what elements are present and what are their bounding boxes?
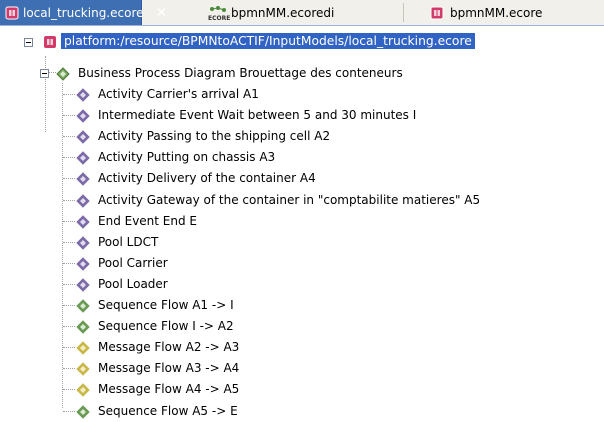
diamond-purple-icon: [76, 235, 90, 250]
diamond-purple-icon: [76, 88, 90, 102]
tree-node-label: Activity Carrier's arrival A1: [98, 87, 259, 101]
tab-bpmnmm-ecoredi[interactable]: ECORE bpmnMM.ecoredi: [208, 0, 408, 25]
tree-node-label: Activity Putting on chassis A3: [98, 150, 276, 165]
tree-guide-line: [63, 389, 75, 391]
svg-text:ECORE: ECORE: [208, 15, 230, 21]
tab-label: local_trucking.ecore: [23, 5, 144, 20]
diamond-purple-icon: [76, 214, 90, 229]
tree-guide-line: [63, 136, 75, 138]
tree-guide-line: [63, 157, 75, 159]
diamond-purple-icon: [76, 151, 90, 166]
tree-node-label: Activity Delivery of the container A4: [98, 171, 316, 186]
tree-node-label: Message Flow A3 -> A4: [98, 361, 240, 376]
tree-node-label: Activity Passing to the shipping cell A2: [98, 129, 331, 144]
tree-guide-line: [62, 83, 63, 408]
tab-local-trucking-ecore[interactable]: local_trucking.ecore ✕: [0, 0, 167, 25]
tree-node-label: Intermediate Event Wait between 5 and 30…: [98, 108, 417, 123]
tree-node-label: Sequence Flow A5 -> E: [98, 403, 238, 418]
diamond-icon: [56, 67, 70, 81]
tab-separator: [403, 3, 404, 22]
tree-node-label: Pool LDCT: [98, 234, 159, 249]
tree-guide-line: [63, 410, 75, 412]
tree-guide-line: [63, 262, 75, 264]
ecore-package-icon: [43, 35, 57, 49]
editor-tab-bar: local_trucking.ecore ✕ ECORE bpmnMM.ecor…: [0, 0, 604, 26]
tree-guide-line: [63, 220, 75, 222]
tree-guide-line: [63, 305, 75, 306]
diamond-purple-icon: [76, 257, 90, 271]
diamond-green-icon: [76, 404, 90, 419]
ecore-package-icon: [430, 6, 444, 20]
tree-node-label: Business Process Diagram Brouettage des …: [78, 66, 403, 80]
tree-guide-line: [63, 178, 75, 180]
tree-node-label: platform:/resource/BPMNtoACTIF/InputMode…: [61, 33, 475, 49]
tree-node-label: Activity Gateway of the container in "co…: [98, 192, 481, 207]
tree-node-label: Message Flow A4 -> A5: [98, 382, 240, 397]
tree-guide-line: [49, 72, 56, 73]
tree-guide-line: [63, 347, 75, 349]
diamond-purple-icon: [76, 130, 90, 144]
diamond-purple-icon: [76, 172, 90, 187]
tree-guide-line: [63, 283, 75, 285]
tree-guide-line: [63, 241, 75, 243]
diamond-yellow-icon: [76, 341, 90, 355]
close-icon[interactable]: ✕: [156, 6, 168, 20]
tree-node-label: Pool Loader: [98, 276, 168, 291]
collapse-toggle[interactable]: [40, 69, 49, 78]
tree-guide-line: [63, 326, 75, 328]
ecore-package-icon: [5, 6, 19, 20]
diamond-purple-icon: [76, 278, 90, 292]
tree-node-label: Message Flow A2 -> A3: [98, 340, 240, 355]
tab-label: bpmnMM.ecoredi: [231, 5, 335, 20]
collapse-toggle[interactable]: [24, 38, 33, 47]
diamond-green-icon: [76, 320, 90, 334]
diamond-green-icon: [76, 299, 90, 313]
tree-node-label: Pool Carrier: [98, 255, 168, 270]
tree-guide-line: [63, 199, 75, 201]
tree-node-label: Sequence Flow I -> A2: [98, 319, 234, 334]
diamond-purple-icon: [76, 109, 90, 123]
tree-guide-line: [45, 56, 46, 132]
tab-label: bpmnMM.ecore: [450, 5, 543, 20]
ecore-model-tree: platform:/resource/BPMNtoACTIF/InputMode…: [0, 26, 604, 421]
tree-node-label: Sequence Flow A1 -> I: [98, 298, 234, 312]
diamond-yellow-icon: [76, 362, 90, 377]
tab-bpmnmm-ecore[interactable]: bpmnMM.ecore: [430, 0, 604, 25]
tree-guide-line: [63, 94, 75, 95]
diamond-purple-icon: [76, 193, 90, 208]
tree-node-label: End Event End E: [98, 213, 198, 228]
tree-guide-line: [63, 368, 75, 370]
diamond-yellow-icon: [76, 383, 90, 398]
ecore-diagram-icon: ECORE: [208, 5, 230, 22]
tree-guide-line: [63, 115, 75, 117]
